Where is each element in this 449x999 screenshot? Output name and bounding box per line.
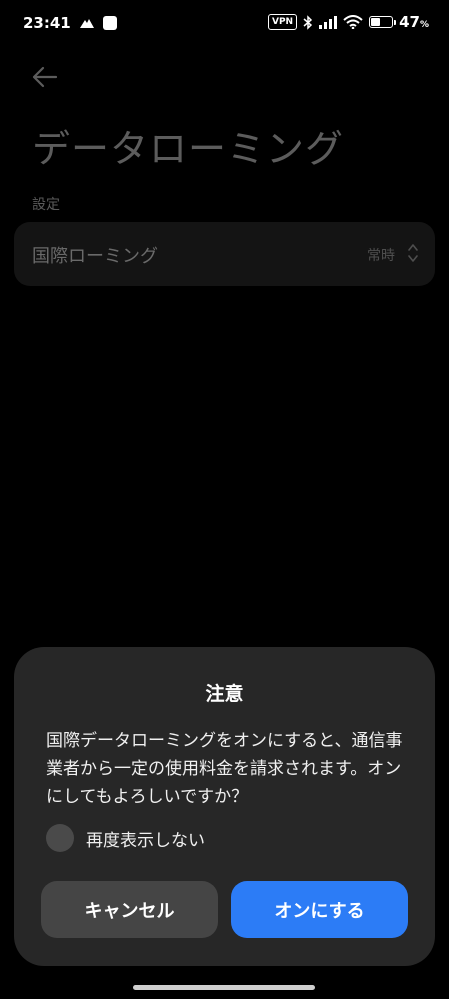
battery-icon — [369, 16, 397, 28]
battery-fill — [371, 18, 381, 26]
setting-value: 常時 — [367, 248, 395, 264]
battery-nub — [394, 20, 397, 25]
chevron-updown-icon — [408, 244, 418, 262]
section-label: 設定 — [32, 197, 60, 213]
page-title: データローミング — [32, 127, 345, 171]
status-left: 23:41 — [23, 14, 117, 32]
square-app-icon — [102, 16, 117, 30]
cancel-button[interactable]: キャンセル — [41, 881, 218, 938]
signal-icon — [319, 15, 338, 29]
checkbox-circle-icon[interactable] — [46, 824, 74, 852]
dialog-message: 国際データローミングをオンにすると、通信事業者から一定の使用料金を請求されます。… — [46, 731, 403, 807]
vpn-badge: VPN — [268, 14, 298, 30]
status-bar: 23:41 VPN 47% — [0, 0, 449, 48]
battery-percent-value: 47 — [399, 13, 420, 31]
bluetooth-icon — [303, 14, 313, 30]
back-arrow-icon[interactable] — [30, 62, 60, 92]
checkbox-label: 再度表示しない — [86, 830, 205, 851]
setting-label: 国際ローミング — [32, 246, 158, 267]
home-indicator[interactable] — [133, 985, 315, 990]
setting-row-international-roaming[interactable]: 国際ローミング 常時 — [14, 222, 435, 286]
dialog-title: 注意 — [205, 683, 244, 705]
confirm-dialog: 注意 国際データローミングをオンにすると、通信事業者から一定の使用料金を請求され… — [14, 647, 435, 966]
wifi-icon — [343, 15, 363, 29]
status-right: VPN 47% — [268, 13, 429, 31]
dont-show-again-checkbox[interactable]: 再度表示しない — [46, 824, 205, 852]
battery-percent: 47% — [399, 13, 429, 31]
turn-on-button[interactable]: オンにする — [231, 881, 408, 938]
battery-percent-unit: % — [419, 20, 429, 30]
mountain-icon — [79, 19, 94, 28]
status-time: 23:41 — [23, 14, 71, 32]
